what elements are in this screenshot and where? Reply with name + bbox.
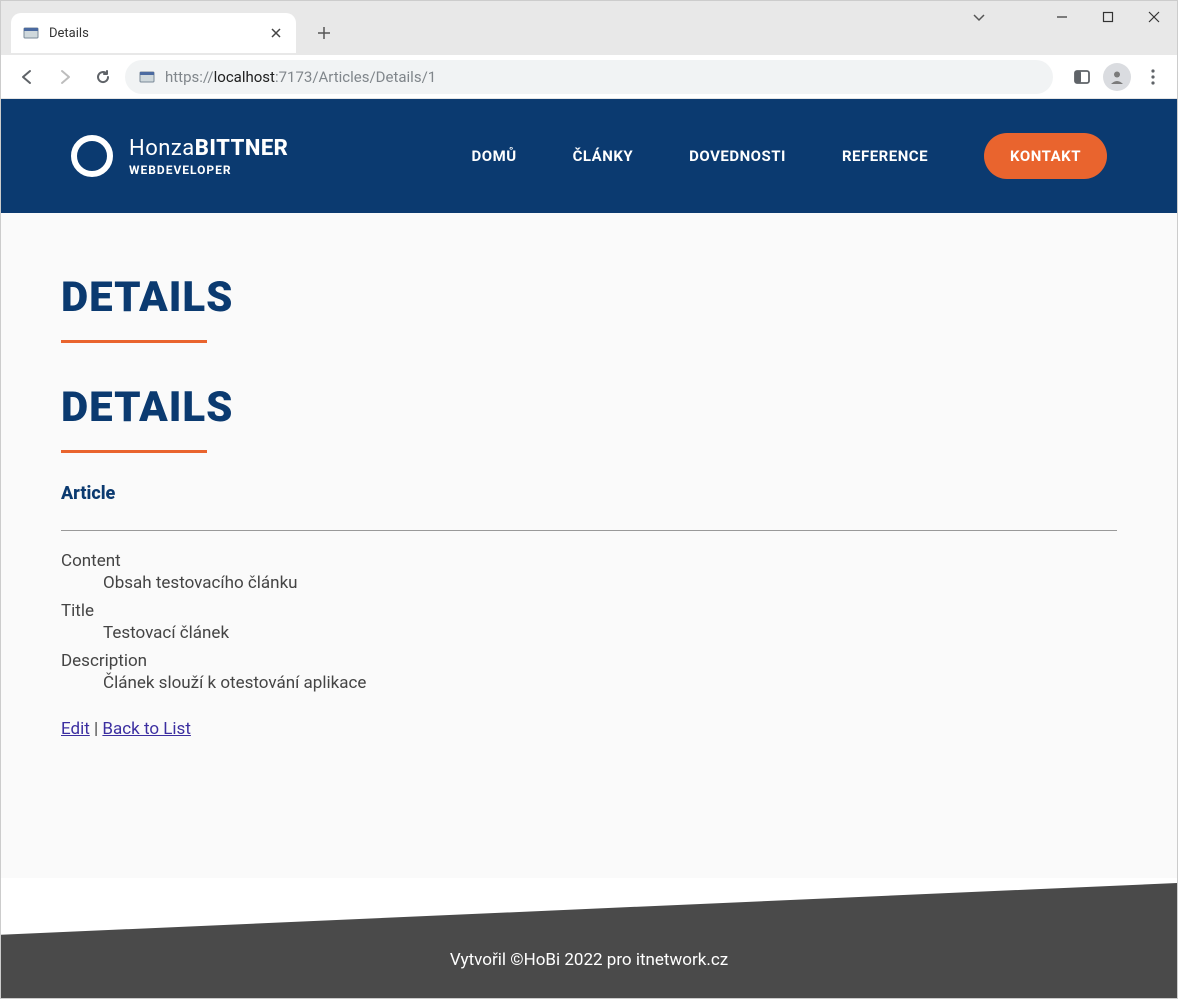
browser-toolbar: https://localhost:7173/Articles/Details/…	[1, 55, 1177, 99]
field-value-description: Článek slouží k otestování aplikace	[103, 673, 1117, 693]
site-footer: Vytvořil ©HoBi 2022 pro itnetwork.cz	[1, 883, 1177, 998]
page-title: DETAILS	[61, 273, 1117, 322]
nav-home[interactable]: DOMŮ	[471, 147, 516, 165]
browser-tab[interactable]: Details	[11, 13, 296, 53]
window-close-button[interactable]	[1131, 1, 1177, 33]
browser-menu-icon[interactable]	[1139, 63, 1167, 91]
tab-title: Details	[49, 26, 268, 41]
edit-link[interactable]: Edit	[61, 719, 90, 739]
tab-close-icon[interactable]	[268, 25, 284, 41]
window-maximize-button[interactable]	[1085, 1, 1131, 33]
tab-search-chevron-icon[interactable]	[971, 9, 987, 29]
reload-button[interactable]	[87, 61, 119, 93]
field-label-content: Content	[61, 551, 1117, 571]
nav-reference[interactable]: REFERENCE	[842, 147, 928, 165]
detail-list: Content Obsah testovacího článku Title T…	[61, 551, 1117, 693]
separator	[61, 530, 1117, 531]
nav-skills[interactable]: DOVEDNOSTI	[689, 147, 786, 165]
field-value-content: Obsah testovacího článku	[103, 573, 1117, 593]
window-minimize-button[interactable]	[1039, 1, 1085, 33]
address-text: https://localhost:7173/Articles/Details/…	[165, 68, 436, 86]
field-label-title: Title	[61, 601, 1117, 621]
section-underline	[61, 450, 207, 453]
nav-contact-button[interactable]: KONTAKT	[984, 133, 1107, 179]
field-value-title: Testovací článek	[103, 623, 1117, 643]
site-header: HonzaBITTNER WEBDEVELOPER DOMŮ ČLÁNKY DO…	[1, 99, 1177, 213]
page-content: DETAILS DETAILS Article Content Obsah te…	[1, 213, 1177, 878]
forward-button[interactable]	[49, 61, 81, 93]
logo-text: HonzaBITTNER WEBDEVELOPER	[129, 136, 288, 177]
footer-text: Vytvořil ©HoBi 2022 pro itnetwork.cz	[450, 950, 728, 970]
back-button[interactable]	[11, 61, 43, 93]
site-icon	[139, 69, 155, 85]
nav-articles[interactable]: ČLÁNKY	[573, 147, 634, 165]
back-to-list-link[interactable]: Back to List	[102, 719, 191, 739]
address-bar[interactable]: https://localhost:7173/Articles/Details/…	[125, 60, 1053, 94]
section-title: DETAILS	[61, 383, 1117, 432]
link-separator: |	[90, 719, 103, 739]
main-nav: DOMŮ ČLÁNKY DOVEDNOSTI REFERENCE KONTAKT	[471, 133, 1107, 179]
new-tab-button[interactable]	[310, 19, 338, 47]
side-panel-icon[interactable]	[1069, 64, 1095, 90]
profile-avatar[interactable]	[1103, 63, 1131, 91]
window-titlebar: Details	[1, 1, 1177, 55]
subheading: Article	[61, 483, 1117, 504]
field-label-description: Description	[61, 651, 1117, 671]
logo-circle-icon	[71, 135, 113, 177]
site-logo[interactable]: HonzaBITTNER WEBDEVELOPER	[71, 135, 288, 177]
title-underline	[61, 340, 207, 343]
tab-favicon	[23, 25, 39, 41]
action-links: Edit | Back to List	[61, 719, 1117, 739]
